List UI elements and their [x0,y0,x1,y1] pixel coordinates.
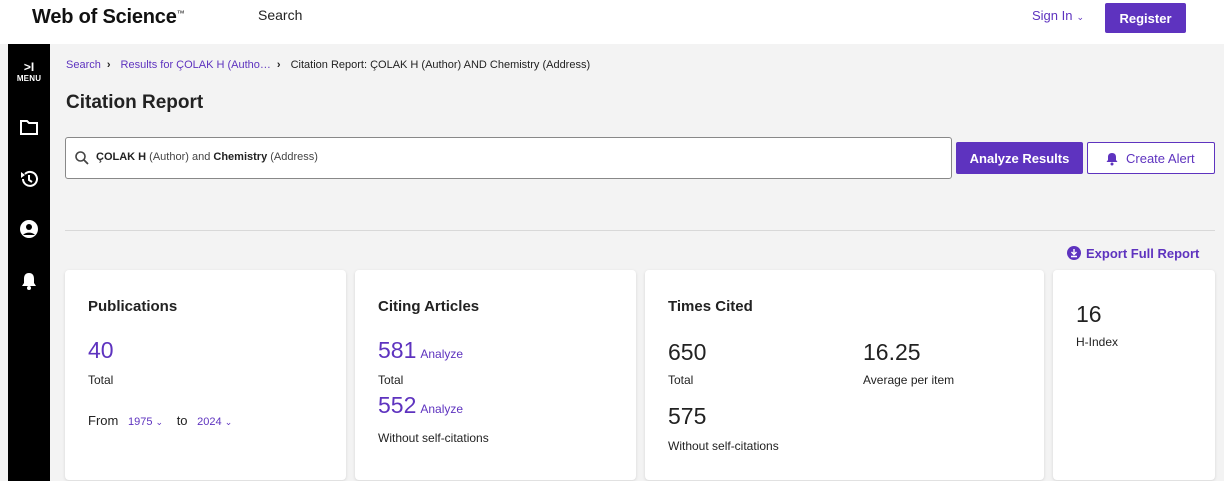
publications-count: 40 [88,337,114,363]
publications-title: Publications [88,298,178,315]
times-cited-total: 650 [668,339,707,365]
h-index-label: H-Index [1076,335,1119,349]
chevron-right-icon: › [106,59,111,71]
citing-articles-total: 581 Analyze [378,337,464,363]
download-icon [1067,246,1081,260]
chevron-down-icon: ⌄ [1076,12,1085,22]
top-bar: Web of Science™ Search Sign In ⌄ Register [0,0,1224,44]
times-cited-average: 16.25 [863,339,921,365]
breadcrumb-results-link[interactable]: Results for ÇOLAK H (Autho… [121,59,271,71]
times-cited-without-self-label: Without self-citations [668,439,779,453]
export-full-report-link[interactable]: Export Full Report [1067,246,1199,261]
sign-in-menu[interactable]: Sign In ⌄ [1032,8,1084,23]
citing-without-self: 552 Analyze [378,392,464,418]
breadcrumb-current: Citation Report: ÇOLAK H (Author) AND Ch… [290,59,591,71]
search-query-box[interactable]: ÇOLAK H (Author) and Chemistry (Address) [65,137,952,179]
from-year-select[interactable]: 1975 ⌄ [128,416,163,428]
times-cited-card: Times Cited 650 Total 16.25 Average per … [645,270,1044,480]
export-full-report-label: Export Full Report [1086,246,1200,261]
citing-total-label: Total [378,373,404,387]
user-icon[interactable] [18,218,40,240]
chevron-down-icon: ⌄ [224,417,233,427]
breadcrumb-search-link[interactable]: Search [66,59,101,71]
from-label: From [88,413,119,428]
bell-icon[interactable] [18,270,40,292]
expand-icon: >I [23,60,35,74]
bell-icon [1106,153,1118,166]
folder-icon[interactable] [18,116,40,138]
sign-in-label: Sign In [1032,8,1073,23]
menu-toggle[interactable]: >I MENU [8,60,50,84]
h-index-card: 16 H-Index [1053,270,1215,480]
web-of-science-logo[interactable]: Web of Science™ [32,6,185,29]
to-year-select[interactable]: 2024 ⌄ [197,416,232,428]
search-icon [75,151,89,165]
search-query-text: ÇOLAK H (Author) and Chemistry (Address) [96,151,318,163]
citing-without-self-label: Without self-citations [378,431,489,445]
times-cited-total-label: Total [668,373,694,387]
register-button[interactable]: Register [1105,3,1186,33]
menu-label: MENU [16,74,42,83]
history-icon[interactable] [18,168,40,190]
to-label: to [176,413,188,428]
h-index-value: 16 [1076,301,1102,327]
citing-articles-card: Citing Articles 581 Analyze Total 552 Anal… [355,270,636,480]
top-search-link[interactable]: Search [258,7,302,23]
create-alert-button[interactable]: Create Alert [1087,142,1215,174]
analyze-citing-link[interactable]: Analyze [420,347,463,361]
times-cited-title: Times Cited [668,298,753,315]
chevron-down-icon: ⌄ [155,417,164,427]
year-range: From 1975 ⌄ to 2024 ⌄ [88,413,242,428]
divider [65,230,1215,231]
breadcrumb: Search › Results for ÇOLAK H (Autho… › Citat… [66,59,590,71]
side-menu: >I MENU [8,44,50,481]
publications-count-label: Total [88,373,114,387]
analyze-citing-without-self-link[interactable]: Analyze [420,402,463,416]
analyze-results-button[interactable]: Analyze Results [956,142,1083,174]
times-cited-without-self: 575 [668,403,707,429]
chevron-right-icon: › [276,59,281,71]
publications-card: Publications 40 Total From 1975 ⌄ to 202… [65,270,346,480]
citing-articles-title: Citing Articles [378,298,480,315]
times-cited-average-label: Average per item [863,373,955,387]
page-title: Citation Report [66,92,204,113]
create-alert-label: Create Alert [1126,151,1195,166]
